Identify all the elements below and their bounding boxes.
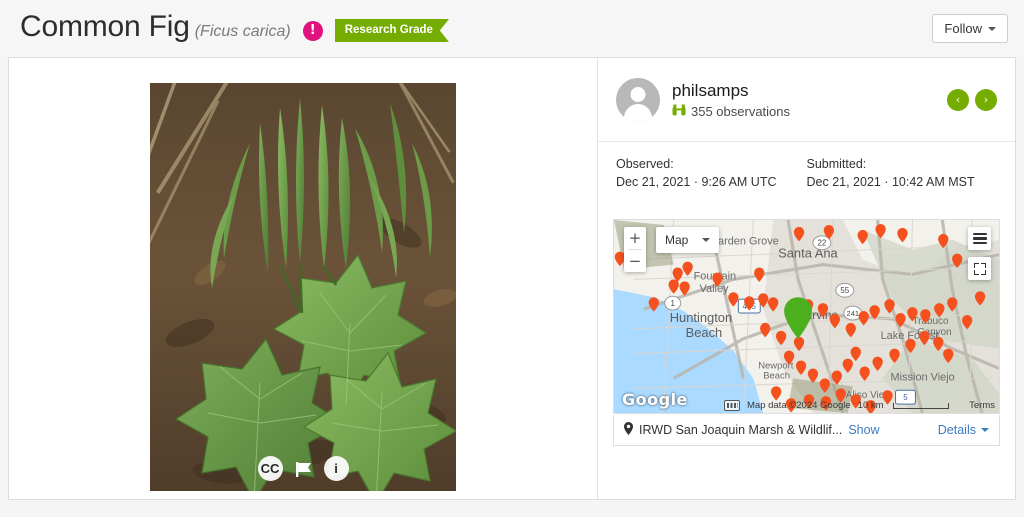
previous-observation-button[interactable]: ‹: [947, 88, 969, 111]
page-title: Common Fig: [20, 10, 190, 44]
map-layers-button[interactable]: [968, 227, 991, 250]
observation-nav: ‹ ›: [947, 88, 997, 111]
map-attribution-text: Map data ©2024 Google: [747, 400, 851, 411]
svg-text:Mission Viejo: Mission Viejo: [891, 371, 955, 383]
follow-button[interactable]: Follow: [932, 14, 1008, 43]
map-terms-link[interactable]: Terms: [969, 400, 995, 411]
svg-text:1: 1: [670, 299, 675, 308]
dates-section: Observed: Dec 21, 2021 · 9:26 AM UTC Sub…: [598, 142, 1015, 199]
map-zoom-controls: + −: [624, 227, 646, 272]
submitted-block: Submitted: Dec 21, 2021 · 10:42 AM MST: [807, 157, 998, 189]
observer-meta: philsamps 355 observations: [672, 80, 947, 118]
scientific-name: (Ficus carica): [194, 23, 291, 41]
chevron-down-icon: [981, 428, 989, 432]
details-dropdown[interactable]: Details: [938, 423, 989, 437]
creative-commons-icon[interactable]: CC: [257, 456, 283, 481]
zoom-in-button[interactable]: +: [624, 227, 646, 249]
next-observation-button[interactable]: ›: [975, 88, 997, 111]
info-icon[interactable]: i: [323, 456, 349, 481]
photo-image: [150, 83, 456, 491]
quality-grade-badge: Research Grade: [334, 19, 449, 42]
info-column: philsamps 355 observations ‹ › Observed:…: [598, 58, 1015, 499]
svg-text:241: 241: [847, 309, 859, 318]
chevron-down-icon: [988, 26, 996, 31]
map-type-selector[interactable]: Map: [656, 227, 720, 253]
binoculars-icon: [672, 104, 686, 118]
map-fullscreen-button[interactable]: [968, 257, 991, 280]
avatar[interactable]: [616, 77, 660, 122]
chevron-down-icon: [702, 238, 711, 242]
title-group: Common Fig (Ficus carica) ! Research Gra…: [20, 12, 932, 45]
layers-icon: [972, 232, 987, 245]
observation-photo[interactable]: [150, 83, 456, 491]
submitted-label: Submitted:: [806, 157, 867, 171]
page-header: Common Fig (Ficus carica) ! Research Gra…: [0, 0, 1024, 57]
map-scale-label: 10 km: [857, 400, 884, 411]
svg-text:Santa Ana: Santa Ana: [778, 246, 838, 261]
observed-block: Observed: Dec 21, 2021 · 9:26 AM UTC: [616, 157, 807, 189]
map-scale-bar: [892, 402, 949, 409]
map-attribution: Map data ©2024 Google 10 km Terms: [724, 398, 999, 413]
map-type-label: Map: [665, 233, 689, 247]
location-bar: IRWD San Joaquin Marsh & Wildlif... Show…: [613, 415, 1000, 446]
location-name: IRWD San Joaquin Marsh & Wildlif...: [639, 423, 843, 437]
svg-text:Huntington: Huntington: [670, 310, 732, 325]
zoom-out-button[interactable]: −: [624, 250, 646, 272]
observation-card: CC i philsamps 355 observations ‹ › Obse…: [8, 57, 1016, 500]
submitted-value: Dec 21, 2021 · 10:42 AM MST: [806, 175, 975, 189]
observation-count-row: 355 observations: [672, 104, 947, 119]
svg-text:Trabuco: Trabuco: [912, 316, 949, 327]
svg-text:Beach: Beach: [686, 325, 723, 340]
svg-text:55: 55: [840, 286, 849, 295]
observer-header: philsamps 355 observations ‹ ›: [598, 58, 1015, 142]
observed-value: Dec 21, 2021 · 9:26 AM UTC: [616, 175, 777, 189]
observation-map[interactable]: Garden Grove Santa Ana Fountain Valley H…: [613, 219, 1000, 414]
google-logo: Google: [622, 390, 688, 409]
svg-text:Valley: Valley: [700, 283, 730, 295]
flag-icon[interactable]: [291, 456, 316, 481]
observer-username[interactable]: philsamps: [672, 80, 947, 101]
svg-text:22: 22: [818, 239, 827, 248]
observation-count: 355 observations: [691, 103, 791, 119]
show-location-link[interactable]: Show: [848, 423, 879, 437]
details-label: Details: [937, 423, 976, 437]
observed-label: Observed:: [616, 157, 674, 171]
photo-column: CC i: [9, 58, 598, 499]
svg-text:Garden Grove: Garden Grove: [710, 236, 779, 248]
keyboard-shortcuts-icon[interactable]: [724, 400, 740, 411]
svg-text:Beach: Beach: [763, 369, 790, 380]
follow-button-label: Follow: [944, 21, 982, 36]
fullscreen-icon: [973, 262, 986, 275]
map-pin-icon: [624, 422, 633, 438]
alert-icon[interactable]: !: [302, 20, 323, 41]
